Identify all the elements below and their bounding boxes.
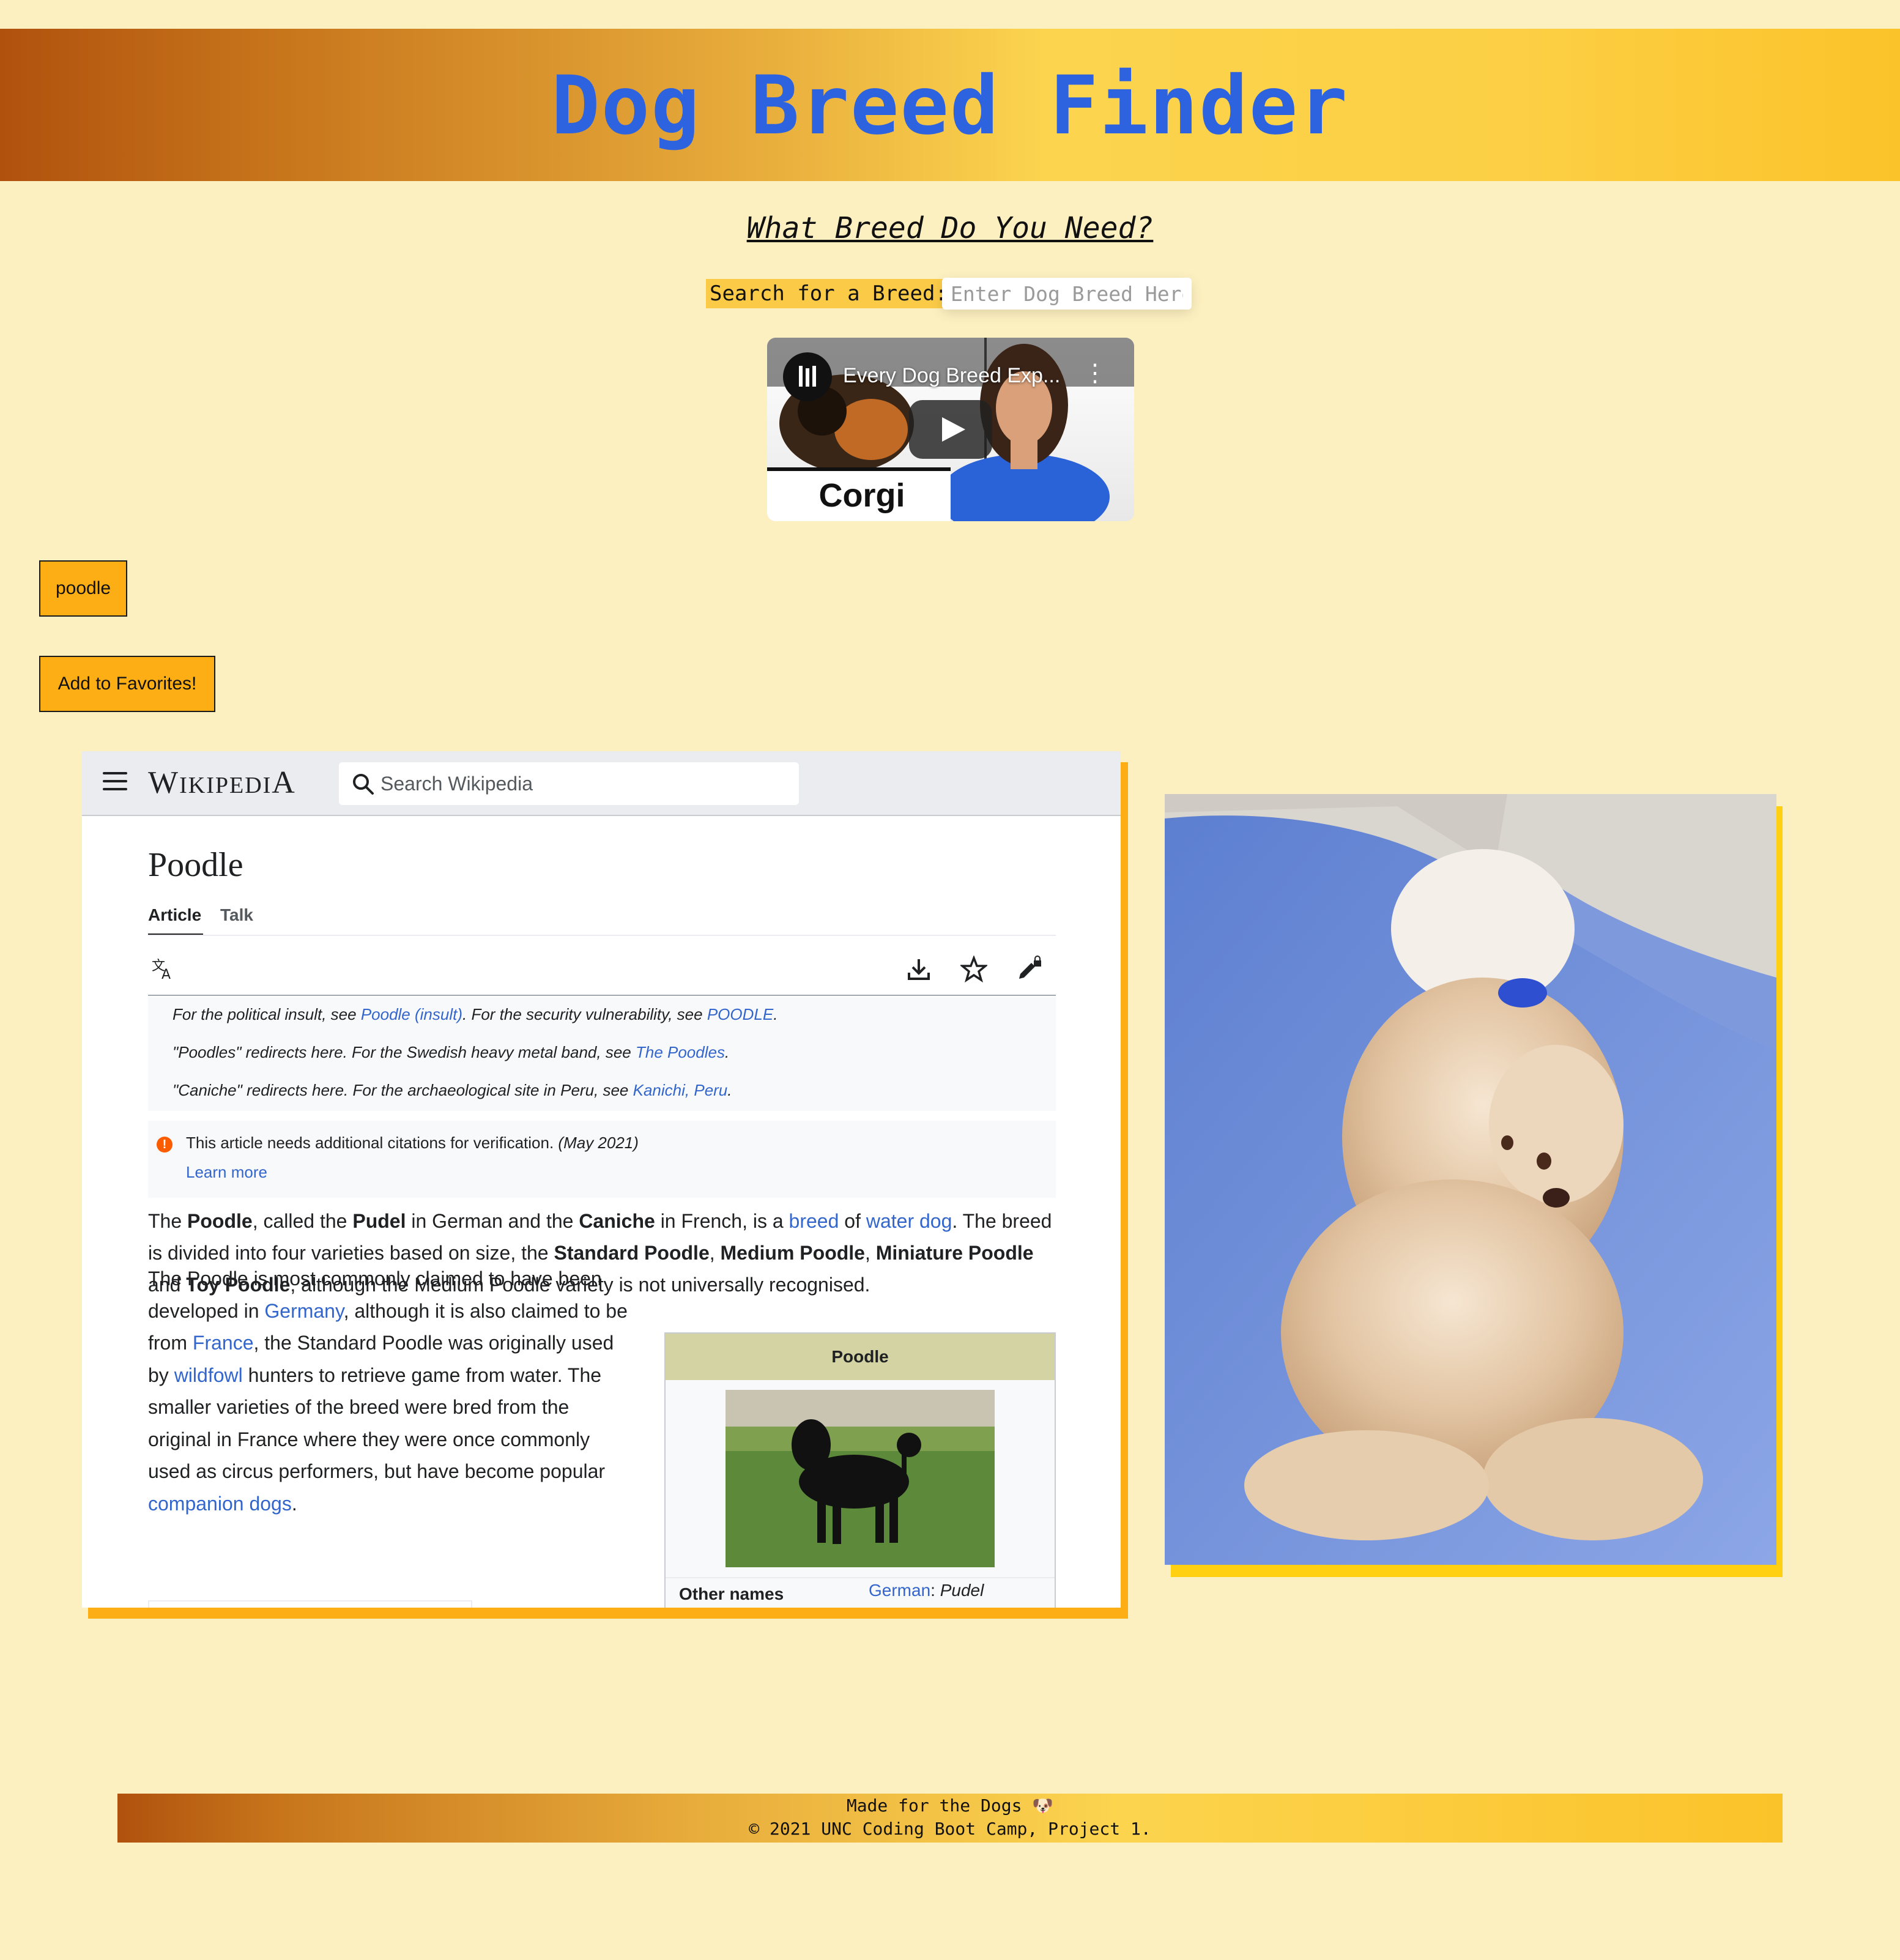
warning-icon: !	[157, 1137, 173, 1153]
infobox-value-link[interactable]: German	[869, 1581, 930, 1600]
hatnote-link[interactable]: The Poodles	[636, 1043, 725, 1061]
footer: Made for the Dogs 🐶 © 2021 UNC Coding Bo…	[117, 1794, 1783, 1843]
hatnote-link[interactable]: Poodle (insult)	[361, 1005, 462, 1023]
video-caption: Corgi	[818, 477, 905, 514]
video-title[interactable]: Every Dog Breed Exp...	[843, 362, 1063, 389]
wikipedia-logo[interactable]: WIKIPEDIA	[148, 765, 296, 804]
infobox-divider	[666, 1577, 1055, 1578]
article-link[interactable]: water dog	[866, 1210, 952, 1232]
infobox-value: German: Pudel	[869, 1581, 984, 1600]
hatnotes: For the political insult, see Poodle (in…	[148, 997, 1056, 1111]
page-title: Dog Breed Finder	[551, 59, 1349, 153]
citation-notice: ! This article needs additional citation…	[148, 1121, 1056, 1198]
add-to-favorites-button[interactable]: Add to Favorites!	[39, 656, 215, 712]
play-button[interactable]	[909, 400, 992, 459]
infobox-label: Other names	[679, 1584, 784, 1603]
tab-talk[interactable]: Talk	[220, 903, 253, 927]
article-link[interactable]: wildfowl	[174, 1364, 243, 1386]
search-icon	[353, 774, 374, 795]
hatnote: "Caniche" redirects here. For the archae…	[173, 1081, 732, 1099]
menu-icon[interactable]	[103, 772, 127, 793]
tabs-divider	[148, 935, 1056, 936]
subtitle: What Breed Do You Need?	[746, 211, 1154, 245]
channel-logo-icon	[799, 366, 816, 387]
infobox-title: Poodle	[666, 1334, 1055, 1380]
channel-avatar[interactable]	[783, 352, 832, 401]
infobox: Poodle Other names German: Pudel	[664, 1332, 1056, 1608]
hatnote: "Poodles" redirects here. For the Swedis…	[173, 1043, 730, 1061]
download-icon[interactable]	[905, 956, 932, 982]
search-label: Search for a Breed:	[706, 279, 951, 308]
toolbar-divider	[148, 995, 1056, 996]
article-link[interactable]: breed	[789, 1210, 839, 1232]
breed-button-poodle[interactable]: poodle	[39, 560, 127, 617]
star-icon[interactable]	[960, 956, 987, 982]
article-title: Poodle	[148, 846, 243, 884]
poodle-photo	[1165, 794, 1776, 1565]
svg-text:A: A	[161, 967, 171, 982]
tab-article[interactable]: Article	[148, 903, 204, 936]
wiki-search-input[interactable]	[339, 762, 799, 805]
article-link[interactable]: companion dogs	[148, 1493, 292, 1515]
poodle-image	[1165, 794, 1776, 1565]
hatnote-link[interactable]: Kanichi, Peru	[633, 1081, 728, 1099]
hatnote: For the political insult, see Poodle (in…	[173, 1005, 778, 1023]
video-embed[interactable]: Every Dog Breed Exp... ⋮ Corgi	[767, 338, 1134, 521]
translate-icon[interactable]: 文 A	[149, 956, 176, 982]
article-link[interactable]: Germany	[264, 1300, 343, 1322]
footer-copyright: © 2021 UNC Coding Boot Camp, Project 1.	[749, 1819, 1151, 1839]
footer-tagline: Made for the Dogs 🐶	[846, 1795, 1054, 1816]
infobox-image[interactable]	[725, 1390, 995, 1567]
hatnote-link[interactable]: POODLE	[707, 1005, 773, 1023]
article-history-paragraph: The Poodle is most commonly claimed to h…	[148, 1268, 628, 1515]
edit-lock-icon[interactable]	[1015, 956, 1042, 982]
wikipedia-frame[interactable]: WIKIPEDIA Poodle Article Talk 文 A For th…	[82, 751, 1121, 1608]
citation-text: This article needs additional citations …	[186, 1134, 639, 1152]
learn-more-link[interactable]: Learn more	[186, 1161, 267, 1183]
next-section-box	[148, 1600, 472, 1608]
breed-search-input[interactable]	[942, 278, 1192, 310]
more-options-icon[interactable]: ⋮	[1083, 360, 1107, 387]
article-link[interactable]: France	[193, 1332, 254, 1354]
